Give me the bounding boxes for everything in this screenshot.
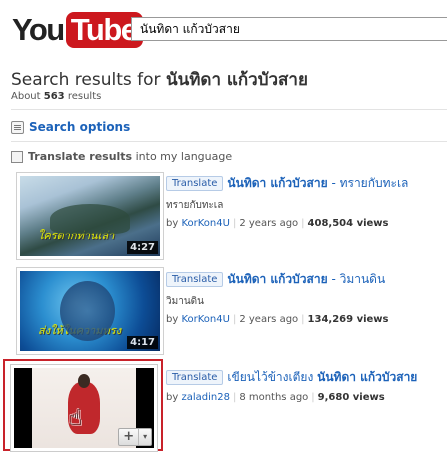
translate-checkbox[interactable] — [11, 150, 23, 163]
search-options-link[interactable]: Search options — [29, 120, 130, 134]
chevron-down-icon[interactable]: ▾ — [138, 429, 151, 445]
title-match: นันทิดา แก้วบัวสาย — [317, 370, 418, 384]
divider — [11, 109, 447, 110]
video-duration: 4:27 — [127, 241, 158, 254]
divider — [11, 141, 447, 142]
upload-age: 2 years ago — [239, 314, 299, 325]
by-label: by — [166, 218, 179, 229]
search-input[interactable] — [131, 17, 447, 41]
results-count: About 563 results — [11, 91, 101, 102]
options-icon[interactable] — [11, 120, 24, 134]
result-item: Translate นันทิดา แก้วบัวสาย - วิมานดิน … — [166, 270, 447, 325]
video-description: วิมานดิน — [166, 296, 204, 307]
video-meta: by KorKon4U | 2 years ago | 408,504 views — [166, 218, 389, 229]
title-rest: - ทรายกับทะเล — [327, 176, 409, 190]
author-link[interactable]: zaladin28 — [181, 392, 229, 403]
view-count: 134,269 views — [307, 314, 389, 325]
title-rest: เขียนไว้ข้างเตียง — [227, 370, 318, 384]
video-thumbnail[interactable]: ใครตากท่านเล่า 4:27 — [16, 172, 164, 260]
by-label: by — [166, 392, 179, 403]
thumbnail-image[interactable]: + ▾ ☝ — [14, 368, 154, 448]
translate-results-row: Translate results into my language — [11, 150, 232, 163]
about-count: 563 — [43, 91, 65, 102]
youtube-logo[interactable]: You Tube — [12, 12, 143, 48]
thumbnail-image[interactable]: ใครตากท่านเล่า 4:27 — [20, 176, 160, 256]
video-description: ทรายกับทะเล — [166, 200, 224, 211]
by-label: by — [166, 314, 179, 325]
translate-label-rest: into my language — [135, 150, 233, 163]
result-item: Translate นันทิดา แก้วบัวสาย - ทรายกับทะ… — [166, 174, 447, 229]
title-match: นันทิดา แก้วบัวสาย — [227, 272, 328, 286]
video-title-link[interactable]: นันทิดา แก้วบัวสาย - วิมานดิน — [227, 270, 385, 289]
title-query: นันทิดา แก้วบัวสาย — [165, 70, 308, 90]
search-options-toggle[interactable]: Search options — [11, 120, 130, 134]
translate-button[interactable]: Translate — [166, 272, 224, 287]
thumbnail-caption: ใครตากท่านเล่า — [38, 229, 115, 242]
author-link[interactable]: KorKon4U — [181, 218, 230, 229]
video-meta: by KorKon4U | 2 years ago | 134,269 views — [166, 314, 389, 325]
translate-label-bold: Translate results — [28, 150, 133, 163]
thumbnail-caption: ส่งให้ในความทรง — [38, 324, 122, 337]
upload-age: 8 months ago — [239, 392, 309, 403]
video-title-link[interactable]: เขียนไว้ข้างเตียง นันทิดา แก้วบัวสาย — [227, 368, 417, 387]
video-title-link[interactable]: นันทิดา แก้วบัวสาย - ทรายกับทะเล — [227, 174, 408, 193]
view-count: 408,504 views — [307, 218, 389, 229]
video-duration: 4:17 — [127, 336, 158, 349]
video-thumbnail[interactable]: ส่งให้ในความทรง 4:17 — [16, 267, 164, 355]
about-prefix: About — [11, 91, 41, 102]
translate-button[interactable]: Translate — [166, 176, 224, 191]
video-thumbnail[interactable]: + ▾ ☝ — [10, 364, 158, 452]
author-link[interactable]: KorKon4U — [181, 314, 230, 325]
view-count: 9,680 views — [317, 392, 385, 403]
page-title: Search results for นันทิดา แก้วบัวสาย — [11, 66, 308, 93]
title-match: นันทิดา แก้วบัวสาย — [227, 176, 328, 190]
about-suffix: results — [67, 91, 102, 102]
thumbnail-image[interactable]: ส่งให้ในความทรง 4:17 — [20, 271, 160, 351]
hand-cursor-icon: ☝ — [69, 406, 83, 431]
upload-age: 2 years ago — [239, 218, 299, 229]
title-prefix: Search results for — [11, 70, 161, 90]
title-rest: - วิมานดิน — [327, 272, 386, 286]
result-item: Translate เขียนไว้ข้างเตียง นันทิดา แก้ว… — [166, 368, 447, 403]
add-to-queue-button[interactable]: + ▾ — [118, 428, 152, 446]
logo-text-you: You — [12, 12, 65, 47]
translate-button[interactable]: Translate — [166, 370, 224, 385]
video-meta: by zaladin28 | 8 months ago | 9,680 views — [166, 392, 385, 403]
plus-icon[interactable]: + — [119, 429, 138, 445]
